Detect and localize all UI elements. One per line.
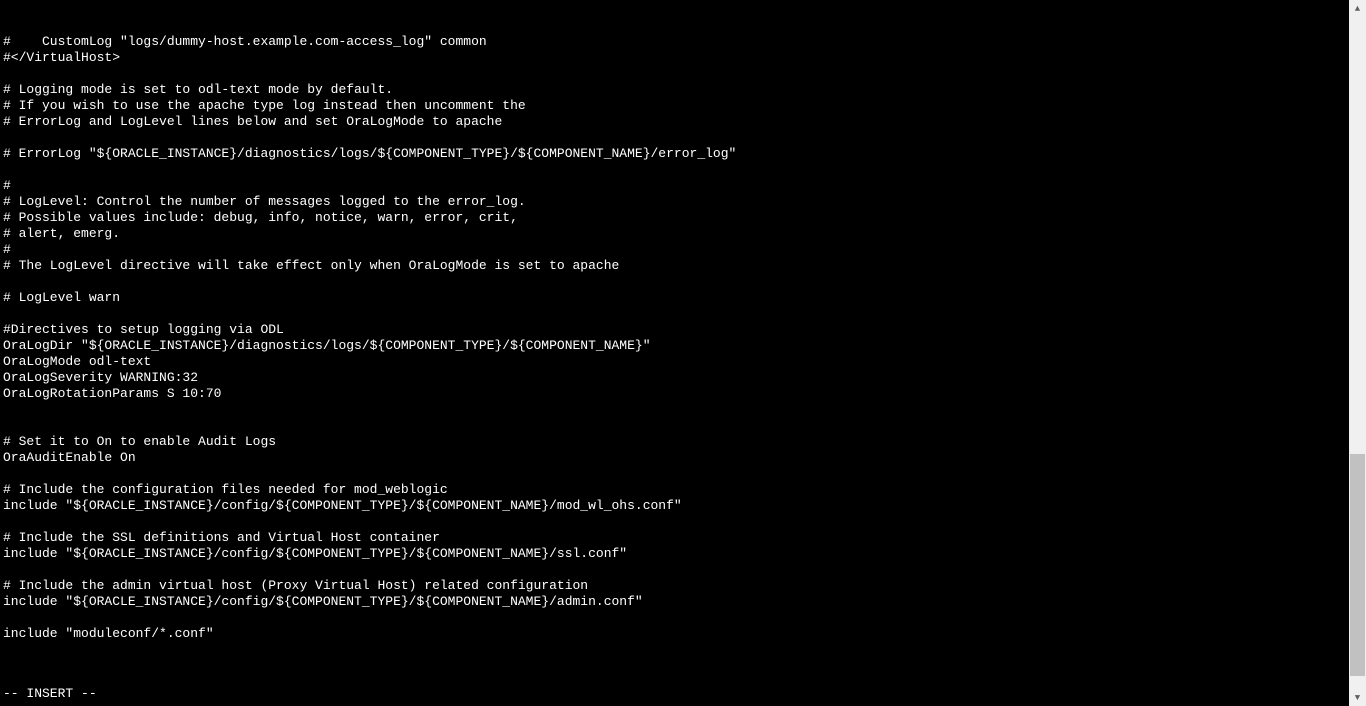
file-line [3,642,1346,658]
file-line [3,130,1346,146]
file-line: # ErrorLog "${ORACLE_INSTANCE}/diagnosti… [3,146,1346,162]
file-line: # ErrorLog and LogLevel lines below and … [3,114,1346,130]
file-line: # [3,242,1346,258]
file-line [3,66,1346,82]
scroll-down-arrow[interactable]: ▼ [1349,689,1366,706]
file-line: include "${ORACLE_INSTANCE}/config/${COM… [3,498,1346,514]
scroll-thumb[interactable] [1350,454,1365,676]
file-line: # Include the SSL definitions and Virtua… [3,530,1346,546]
file-line: # Possible values include: debug, info, … [3,210,1346,226]
scroll-track[interactable] [1349,17,1366,689]
file-line: #</VirtualHost> [3,50,1346,66]
file-line: # Include the admin virtual host (Proxy … [3,578,1346,594]
file-line: # Include the configuration files needed… [3,482,1346,498]
file-line: # The LogLevel directive will take effec… [3,258,1346,274]
file-line: include "${ORACLE_INSTANCE}/config/${COM… [3,546,1346,562]
file-line: # CustomLog "logs/dummy-host.example.com… [3,34,1346,50]
file-line [3,162,1346,178]
file-line [3,562,1346,578]
file-line [3,466,1346,482]
file-line: # LogLevel warn [3,290,1346,306]
file-line: OraAuditEnable On [3,450,1346,466]
file-line: include "${ORACLE_INSTANCE}/config/${COM… [3,594,1346,610]
file-line: # [3,178,1346,194]
file-line [3,402,1346,418]
file-line: #Directives to setup logging via ODL [3,322,1346,338]
file-line [3,514,1346,530]
terminal-viewport[interactable]: # CustomLog "logs/dummy-host.example.com… [0,0,1349,706]
file-line [3,610,1346,626]
file-line: OraLogMode odl-text [3,354,1346,370]
file-content: # CustomLog "logs/dummy-host.example.com… [3,34,1346,674]
file-line [3,274,1346,290]
file-line: # Logging mode is set to odl-text mode b… [3,82,1346,98]
file-line [3,306,1346,322]
file-line: OraLogSeverity WARNING:32 [3,370,1346,386]
vim-status-line: -- INSERT -- [3,686,97,702]
scroll-up-arrow[interactable]: ▲ [1349,0,1366,17]
file-line: # LogLevel: Control the number of messag… [3,194,1346,210]
file-line: OraLogRotationParams S 10:70 [3,386,1346,402]
vertical-scrollbar[interactable]: ▲ ▼ [1349,0,1366,706]
file-line: # Set it to On to enable Audit Logs [3,434,1346,450]
file-line: include "moduleconf/*.conf" [3,626,1346,642]
file-line: # alert, emerg. [3,226,1346,242]
file-line: OraLogDir "${ORACLE_INSTANCE}/diagnostic… [3,338,1346,354]
file-line: # If you wish to use the apache type log… [3,98,1346,114]
file-line [3,658,1346,674]
file-line [3,418,1346,434]
